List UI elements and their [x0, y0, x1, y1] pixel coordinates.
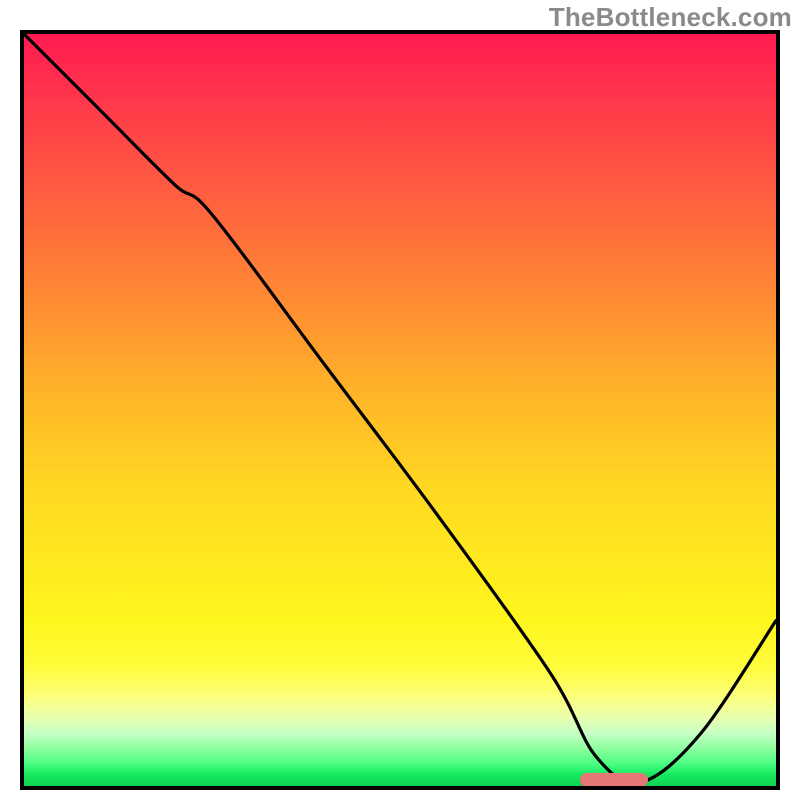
bottleneck-curve — [24, 34, 776, 786]
plot-area — [20, 30, 780, 790]
optimal-range-marker — [580, 773, 648, 787]
chart-container: TheBottleneck.com — [0, 0, 800, 800]
watermark-label: TheBottleneck.com — [549, 2, 792, 33]
